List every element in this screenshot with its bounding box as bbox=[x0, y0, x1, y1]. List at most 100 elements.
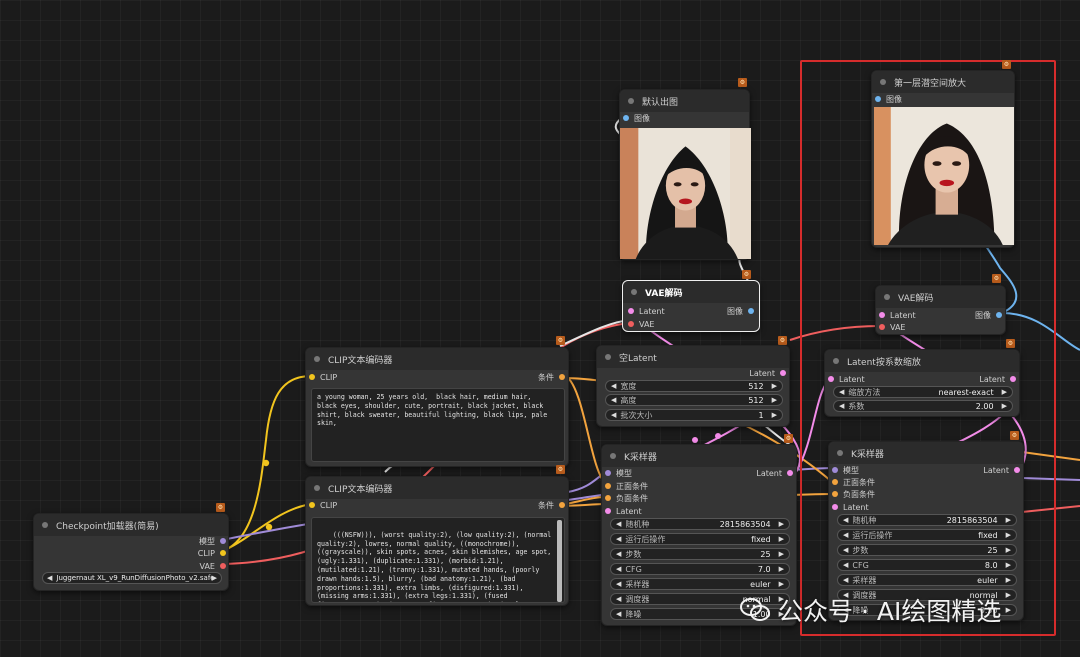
seed-widget[interactable]: ◀ 随机种 2815863504 ▶ bbox=[837, 514, 1017, 526]
input-image[interactable]: 图像 bbox=[875, 93, 902, 105]
node-title[interactable]: CLIP文本编码器 bbox=[306, 348, 568, 370]
scale-by-widget[interactable]: ◀ 系数 2.00 ▶ bbox=[833, 400, 1013, 412]
output-image[interactable]: 图像 bbox=[975, 309, 1002, 321]
output-latent[interactable]: Latent bbox=[756, 467, 793, 479]
node-badge-icon: ⚙ bbox=[556, 465, 565, 474]
collapse-dot-icon[interactable] bbox=[628, 98, 634, 104]
node-badge-icon: ⚙ bbox=[1006, 339, 1015, 348]
input-image[interactable]: 图像 bbox=[623, 112, 650, 124]
wire-clip-to-clip-pos bbox=[221, 375, 312, 552]
collapse-dot-icon[interactable] bbox=[837, 450, 843, 456]
node-badge-icon: ⚙ bbox=[1010, 431, 1019, 440]
output-latent[interactable]: Latent bbox=[979, 373, 1016, 385]
node-badge-icon: ⚙ bbox=[778, 336, 787, 345]
reroute-dot bbox=[692, 437, 698, 443]
input-vae[interactable]: VAE bbox=[628, 318, 655, 330]
input-clip[interactable]: CLIP bbox=[309, 499, 337, 511]
input-latent[interactable]: Latent bbox=[605, 505, 642, 517]
node-title[interactable]: K采样器 bbox=[829, 442, 1023, 464]
reroute-dot bbox=[715, 433, 721, 439]
steps-widget[interactable]: ◀ 步数 25 ▶ bbox=[837, 544, 1017, 556]
output-image[interactable]: 图像 bbox=[727, 305, 754, 317]
node-title[interactable]: Latent按系数缩放 bbox=[825, 350, 1019, 372]
node-badge-icon: ⚙ bbox=[1002, 60, 1011, 69]
output-vae[interactable]: VAE bbox=[200, 560, 226, 572]
negative-prompt-textarea[interactable]: (((NSFW))), (worst quality:2), (low qual… bbox=[311, 517, 565, 603]
collapse-dot-icon[interactable] bbox=[314, 485, 320, 491]
input-latent[interactable]: Latent bbox=[828, 373, 865, 385]
preview-portrait-image bbox=[620, 128, 751, 259]
input-positive[interactable]: 正面条件 bbox=[605, 480, 648, 492]
collapse-dot-icon[interactable] bbox=[833, 358, 839, 364]
wire-clip-to-clip-neg bbox=[221, 503, 312, 552]
node-title[interactable]: CLIP文本编码器 bbox=[306, 477, 568, 499]
batch-size-number-widget[interactable]: ◀ 批次大小 1 ▶ bbox=[605, 409, 783, 421]
input-latent[interactable]: Latent bbox=[832, 501, 869, 513]
input-positive[interactable]: 正面条件 bbox=[832, 476, 875, 488]
node-badge-icon: ⚙ bbox=[738, 78, 747, 87]
output-latent[interactable]: Latent bbox=[749, 367, 786, 379]
collapse-dot-icon[interactable] bbox=[605, 354, 611, 360]
node-empty-latent[interactable]: 空Latent Latent ◀ 宽度 512 ▶ ◀ 高度 512 ▶ ◀ 批次大小 1 ▶ bbox=[596, 345, 790, 427]
portrait-image bbox=[620, 128, 751, 259]
node-title[interactable]: VAE解码 bbox=[876, 286, 1005, 308]
upscaled-portrait-image bbox=[874, 107, 1014, 245]
input-negative[interactable]: 负面条件 bbox=[605, 492, 648, 504]
reroute-dot bbox=[262, 459, 270, 467]
sampler-widget[interactable]: ◀ 采样器 euler ▶ bbox=[610, 578, 790, 590]
input-latent[interactable]: Latent bbox=[879, 309, 916, 321]
node-latent-upscale-by[interactable]: Latent按系数缩放 Latent Latent ◀ 缩放方法 nearest-e… bbox=[824, 349, 1020, 417]
input-model[interactable]: 模型 bbox=[605, 467, 632, 479]
input-negative[interactable]: 负面条件 bbox=[832, 488, 875, 500]
steps-widget[interactable]: ◀ 步数 25 ▶ bbox=[610, 548, 790, 560]
input-latent[interactable]: Latent bbox=[628, 305, 665, 317]
wechat-icon bbox=[740, 598, 770, 621]
node-title[interactable]: K采样器 bbox=[602, 445, 796, 467]
cfg-widget[interactable]: ◀ CFG 8.0 ▶ bbox=[837, 559, 1017, 571]
node-checkpoint-loader[interactable]: Checkpoint加载器(简易) 模型 CLIP VAE ◀ Juggerna… bbox=[33, 513, 229, 591]
seed-widget[interactable]: ◀ 随机种 2815863504 ▶ bbox=[610, 518, 790, 530]
wire-neg-to-ksampler1 bbox=[565, 496, 607, 505]
prompt-textarea[interactable]: a young woman, 25 years old, black hair,… bbox=[311, 388, 565, 462]
output-conditioning[interactable]: 条件 bbox=[538, 371, 565, 383]
node-title[interactable]: 空Latent bbox=[597, 346, 789, 368]
node-badge-icon: ⚙ bbox=[992, 274, 1001, 283]
collapse-dot-icon[interactable] bbox=[631, 289, 637, 295]
node-upscale-preview[interactable]: 第一层潜空间放大 图像 bbox=[871, 70, 1015, 248]
ckpt-name-select[interactable]: ◀ Juggernaut XL_v9_RunDiffusionPhoto_v2.… bbox=[42, 572, 222, 584]
control-after-generate-widget[interactable]: ◀ 运行后操作 fixed ▶ bbox=[610, 533, 790, 545]
control-after-generate-widget[interactable]: ◀ 运行后操作 fixed ▶ bbox=[837, 529, 1017, 541]
node-clip-text-encode-positive[interactable]: CLIP文本编码器 CLIP 条件 a young woman, 25 year… bbox=[305, 347, 569, 467]
node-title[interactable]: 第一层潜空间放大 bbox=[872, 71, 1014, 93]
node-vae-decode-2[interactable]: VAE解码 Latent VAE 图像 bbox=[875, 285, 1006, 335]
collapse-dot-icon[interactable] bbox=[610, 453, 616, 459]
textarea-scrollbar[interactable] bbox=[557, 520, 562, 602]
output-conditioning[interactable]: 条件 bbox=[538, 499, 565, 511]
node-clip-text-encode-negative[interactable]: CLIP文本编码器 CLIP 条件 (((NSFW))), (worst qua… bbox=[305, 476, 569, 606]
node-title[interactable]: VAE解码 bbox=[623, 281, 759, 303]
width-number-widget[interactable]: ◀ 宽度 512 ▶ bbox=[605, 380, 783, 392]
input-clip[interactable]: CLIP bbox=[309, 371, 337, 383]
sampler-widget[interactable]: ◀ 采样器 euler ▶ bbox=[837, 574, 1017, 586]
output-model[interactable]: 模型 bbox=[199, 535, 226, 547]
collapse-dot-icon[interactable] bbox=[884, 294, 890, 300]
input-vae[interactable]: VAE bbox=[879, 321, 906, 333]
input-model[interactable]: 模型 bbox=[832, 464, 859, 476]
node-title[interactable]: Checkpoint加载器(简易) bbox=[34, 514, 228, 536]
node-badge-icon: ⚙ bbox=[742, 270, 751, 279]
watermark-text: 公众号 · AI绘图精选 bbox=[778, 597, 1002, 626]
node-badge-icon: ⚙ bbox=[556, 336, 565, 345]
wire-grey-1 bbox=[559, 319, 631, 347]
node-preview-image[interactable]: 默认出图 图像 bbox=[619, 89, 751, 260]
collapse-dot-icon[interactable] bbox=[314, 356, 320, 362]
cfg-widget[interactable]: ◀ CFG 7.0 ▶ bbox=[610, 563, 790, 575]
upscale-method-widget[interactable]: ◀ 缩放方法 nearest-exact ▶ bbox=[833, 386, 1013, 398]
collapse-dot-icon[interactable] bbox=[880, 79, 886, 85]
arrow-right-icon: ▶ bbox=[211, 574, 217, 582]
collapse-dot-icon[interactable] bbox=[42, 522, 48, 528]
output-clip[interactable]: CLIP bbox=[198, 547, 226, 559]
node-title[interactable]: 默认出图 bbox=[620, 90, 749, 112]
output-latent[interactable]: Latent bbox=[983, 464, 1020, 476]
node-vae-decode-1[interactable]: VAE解码 Latent VAE 图像 bbox=[622, 280, 760, 332]
height-number-widget[interactable]: ◀ 高度 512 ▶ bbox=[605, 394, 783, 406]
